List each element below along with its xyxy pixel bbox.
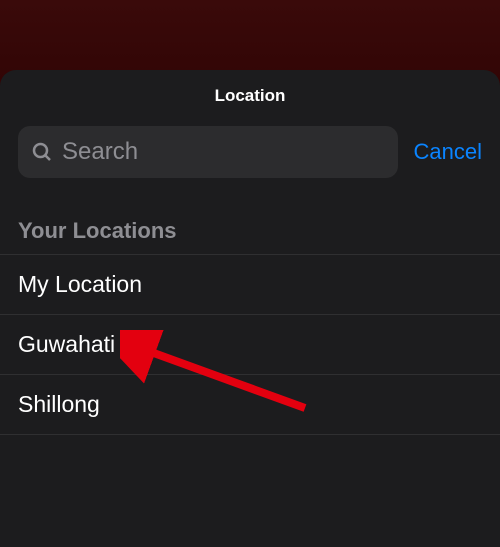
search-row: Cancel (0, 126, 500, 178)
locations-list: My Location Guwahati Shillong (0, 254, 500, 435)
cancel-button[interactable]: Cancel (414, 139, 482, 165)
search-field[interactable] (18, 126, 398, 178)
backdrop: Location Cancel Your Locations My Locati… (0, 0, 500, 547)
search-input[interactable] (62, 138, 386, 166)
location-sheet: Location Cancel Your Locations My Locati… (0, 70, 500, 547)
list-item[interactable]: Shillong (0, 374, 500, 435)
locations-section-header: Your Locations (0, 218, 500, 254)
list-item[interactable]: Guwahati (0, 314, 500, 374)
sheet-title: Location (0, 86, 500, 106)
list-item[interactable]: My Location (0, 254, 500, 314)
search-icon (30, 140, 54, 164)
